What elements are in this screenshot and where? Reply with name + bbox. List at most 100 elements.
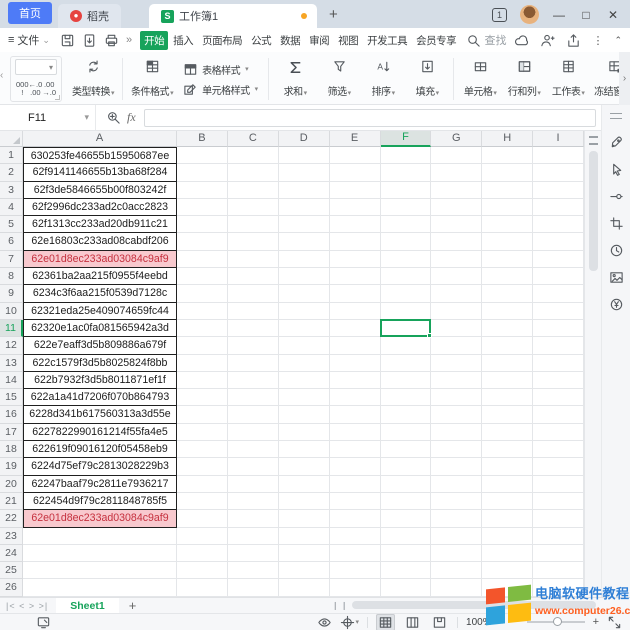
cell-f17[interactable] bbox=[381, 424, 432, 441]
row-header-7[interactable]: 7 bbox=[0, 251, 23, 268]
row-header-12[interactable]: 12 bbox=[0, 337, 23, 354]
row-header-15[interactable]: 15 bbox=[0, 389, 23, 406]
cell-a7[interactable]: 62e01d8ec233ad03084c9af9 bbox=[23, 251, 177, 268]
cell-h13[interactable] bbox=[482, 355, 533, 372]
cell-c23[interactable] bbox=[228, 528, 279, 545]
cell-e14[interactable] bbox=[330, 372, 381, 389]
column-header-e[interactable]: E bbox=[330, 131, 381, 147]
cell-h22[interactable] bbox=[482, 510, 533, 527]
docer-tab[interactable]: ● 稻壳 bbox=[58, 4, 121, 28]
cell-e17[interactable] bbox=[330, 424, 381, 441]
ribbon-sum-button[interactable]: 求和▾ bbox=[273, 56, 317, 102]
cell-c15[interactable] bbox=[228, 389, 279, 406]
cell-f7[interactable] bbox=[381, 251, 432, 268]
cell-h18[interactable] bbox=[482, 441, 533, 458]
cell-c12[interactable] bbox=[228, 337, 279, 354]
cell-i8[interactable] bbox=[533, 268, 584, 285]
cell-h12[interactable] bbox=[482, 337, 533, 354]
row-header-10[interactable]: 10 bbox=[0, 303, 23, 320]
cell-c4[interactable] bbox=[228, 199, 279, 216]
cell-e1[interactable] bbox=[330, 147, 381, 164]
cell-g22[interactable] bbox=[431, 510, 482, 527]
row-header-23[interactable]: 23 bbox=[0, 528, 23, 545]
cell-h10[interactable] bbox=[482, 303, 533, 320]
last-sheet-icon[interactable]: >| bbox=[39, 601, 49, 611]
sheet-tab-sheet1[interactable]: Sheet1 bbox=[56, 598, 118, 613]
cell-b26[interactable] bbox=[177, 579, 228, 596]
more-tools-button[interactable]: » bbox=[126, 34, 132, 46]
cell-f14[interactable] bbox=[381, 372, 432, 389]
row-header-22[interactable]: 22 bbox=[0, 510, 23, 527]
cell-b4[interactable] bbox=[177, 199, 228, 216]
ribbon-scroll-right-icon[interactable]: › bbox=[619, 52, 630, 105]
cell-c17[interactable] bbox=[228, 424, 279, 441]
scroll-up-icon[interactable] bbox=[589, 136, 598, 138]
cell-c20[interactable] bbox=[228, 476, 279, 493]
cell-d6[interactable] bbox=[279, 233, 330, 250]
number-format-dropdown[interactable]: ▾ bbox=[15, 59, 57, 75]
ribbon-fill-button[interactable]: 填充▾ bbox=[405, 56, 449, 102]
cell-g10[interactable] bbox=[431, 303, 482, 320]
cell-g2[interactable] bbox=[431, 164, 482, 181]
cell-i13[interactable] bbox=[533, 355, 584, 372]
cell-d16[interactable] bbox=[279, 406, 330, 423]
cell-a15[interactable]: 622a1a41d7206f070b864793 bbox=[23, 389, 177, 406]
cell-h20[interactable] bbox=[482, 476, 533, 493]
cell-i11[interactable] bbox=[533, 320, 584, 337]
cell-e6[interactable] bbox=[330, 233, 381, 250]
cell-a8[interactable]: 62361ba2aa215f0955f4eebd bbox=[23, 268, 177, 285]
cell-a19[interactable]: 6224d75ef79c2813028229b3 bbox=[23, 458, 177, 475]
cell-f5[interactable] bbox=[381, 216, 432, 233]
page-break-view-button[interactable] bbox=[430, 614, 449, 630]
cell-i22[interactable] bbox=[533, 510, 584, 527]
cell-e19[interactable] bbox=[330, 458, 381, 475]
cell-a18[interactable]: 622619f09016120f05458eb9 bbox=[23, 441, 177, 458]
cell-h21[interactable] bbox=[482, 493, 533, 510]
center-view-button[interactable]: ▾ bbox=[340, 615, 360, 630]
cell-a16[interactable]: 6228d341b617560313a3d55e bbox=[23, 406, 177, 423]
cell-d13[interactable] bbox=[279, 355, 330, 372]
print-icon[interactable] bbox=[104, 33, 119, 48]
cell-d20[interactable] bbox=[279, 476, 330, 493]
cell-e15[interactable] bbox=[330, 389, 381, 406]
cell-a13[interactable]: 622c1579f3d5b8025824f8bb bbox=[23, 355, 177, 372]
cell-h9[interactable] bbox=[482, 285, 533, 302]
rocket-icon[interactable] bbox=[609, 135, 624, 150]
cell-e9[interactable] bbox=[330, 285, 381, 302]
cell-g19[interactable] bbox=[431, 458, 482, 475]
ribbon-conditional-format-button[interactable]: 条件格式▾ bbox=[127, 56, 177, 102]
row-header-13[interactable]: 13 bbox=[0, 355, 23, 372]
cell-c19[interactable] bbox=[228, 458, 279, 475]
cell-f8[interactable] bbox=[381, 268, 432, 285]
cell-b6[interactable] bbox=[177, 233, 228, 250]
menu-item-2[interactable]: 插入 bbox=[169, 31, 197, 50]
cell-f19[interactable] bbox=[381, 458, 432, 475]
first-sheet-icon[interactable]: |< bbox=[6, 601, 16, 611]
menu-item-9[interactable]: 会员专享 bbox=[412, 31, 458, 50]
cell-c21[interactable] bbox=[228, 493, 279, 510]
toggle-icon[interactable] bbox=[609, 189, 624, 204]
cell-b11[interactable] bbox=[177, 320, 228, 337]
cell-g3[interactable] bbox=[431, 182, 482, 199]
cell-h25[interactable] bbox=[482, 562, 533, 579]
cell-g16[interactable] bbox=[431, 406, 482, 423]
cell-g4[interactable] bbox=[431, 199, 482, 216]
cell-i15[interactable] bbox=[533, 389, 584, 406]
cell-a12[interactable]: 622e7eaff3d5b809886a679f bbox=[23, 337, 177, 354]
cell-e22[interactable] bbox=[330, 510, 381, 527]
cell-f25[interactable] bbox=[381, 562, 432, 579]
cell-a5[interactable]: 62f1313cc233ad20db911c21 bbox=[23, 216, 177, 233]
cell-e7[interactable] bbox=[330, 251, 381, 268]
cell-e20[interactable] bbox=[330, 476, 381, 493]
cell-d23[interactable] bbox=[279, 528, 330, 545]
cell-a2[interactable]: 62f9141146655b13ba68f284 bbox=[23, 164, 177, 181]
cell-i21[interactable] bbox=[533, 493, 584, 510]
menu-item-3[interactable]: 页面布局 bbox=[198, 31, 246, 50]
cell-g18[interactable] bbox=[431, 441, 482, 458]
cell-c6[interactable] bbox=[228, 233, 279, 250]
cell-a6[interactable]: 62e16803c233ad08cabdf206 bbox=[23, 233, 177, 250]
record-macro-icon[interactable] bbox=[36, 615, 51, 630]
cell-h16[interactable] bbox=[482, 406, 533, 423]
cell-h7[interactable] bbox=[482, 251, 533, 268]
cell-b12[interactable] bbox=[177, 337, 228, 354]
